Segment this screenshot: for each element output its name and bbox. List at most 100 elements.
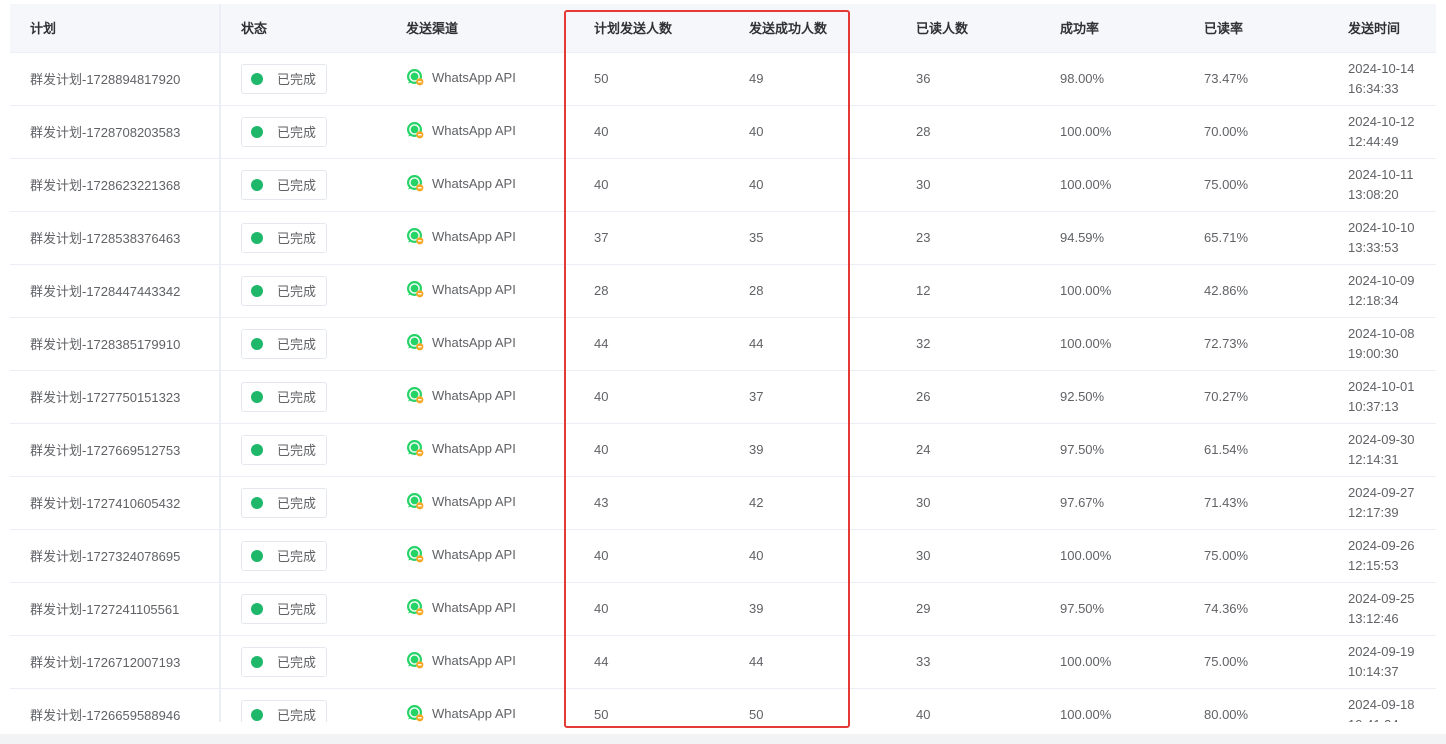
- send-date: 2024-09-26: [1348, 537, 1415, 553]
- send-time: 2024-10-14 16:34:33: [1348, 59, 1446, 99]
- channel-info: WhatsApp API: [406, 545, 516, 563]
- cell-read-rate: 70.27%: [1184, 370, 1328, 424]
- channel-label: WhatsApp API: [432, 493, 516, 509]
- whatsapp-icon: [407, 228, 424, 245]
- channel-label: WhatsApp API: [432, 705, 516, 721]
- cell-plan[interactable]: 群发计划-1728894817920: [10, 52, 221, 106]
- cell-plan[interactable]: 群发计划-1728708203583: [10, 105, 221, 159]
- cell-success-rate: 100.00%: [1040, 317, 1184, 371]
- send-time: 2024-10-12 12:44:49: [1348, 112, 1446, 152]
- table-row[interactable]: 群发计划-1728385179910 已完成 WhatsApp API 44 4…: [10, 317, 1446, 371]
- column-header-read[interactable]: 已读人数: [896, 4, 1040, 53]
- table-row[interactable]: 群发计划-1726712007193 已完成 WhatsApp API 44 4…: [10, 635, 1446, 689]
- table-row[interactable]: 群发计划-1727324078695 已完成 WhatsApp API 40 4…: [10, 529, 1446, 583]
- cell-channel: WhatsApp API: [386, 52, 574, 106]
- plan-name[interactable]: 群发计划-1728538376463: [30, 231, 180, 246]
- table-row[interactable]: 群发计划-1727241105561 已完成 WhatsApp API 40 3…: [10, 582, 1446, 636]
- cell-plan[interactable]: 群发计划-1728447443342: [10, 264, 221, 318]
- whatsapp-icon: [407, 122, 424, 139]
- status-dot-icon: [251, 337, 263, 350]
- cell-read-rate: 75.00%: [1184, 529, 1328, 583]
- plan-name[interactable]: 群发计划-1727410605432: [30, 496, 180, 511]
- send-clock: 13:12:46: [1348, 610, 1399, 626]
- channel-info: WhatsApp API: [406, 704, 516, 722]
- table-row[interactable]: 群发计划-1728894817920 已完成 WhatsApp API 50 4…: [10, 52, 1446, 106]
- status-label: 已完成: [277, 655, 317, 670]
- send-clock: 12:15:53: [1348, 557, 1399, 573]
- table-row[interactable]: 群发计划-1728708203583 已完成 WhatsApp API 40 4…: [10, 105, 1446, 159]
- cell-status: 已完成: [220, 476, 386, 530]
- plan-name[interactable]: 群发计划-1726712007193: [30, 655, 180, 670]
- column-header-success-rate[interactable]: 成功率: [1040, 4, 1184, 53]
- horizontal-scrollbar[interactable]: [0, 734, 1446, 744]
- table-body: 群发计划-1728894817920 已完成 WhatsApp API 50 4…: [10, 52, 1446, 722]
- cell-success: 35: [729, 211, 896, 265]
- status-badge: 已完成: [241, 434, 328, 465]
- plan-name[interactable]: 群发计划-1727324078695: [30, 549, 180, 564]
- cell-read-rate: 72.73%: [1184, 317, 1328, 371]
- cell-plan[interactable]: 群发计划-1728385179910: [10, 317, 221, 371]
- cell-read: 40: [896, 688, 1040, 722]
- plan-name[interactable]: 群发计划-1728894817920: [30, 72, 180, 87]
- cell-read: 28: [896, 105, 1040, 159]
- cell-send-time: 2024-10-08 19:00:30: [1328, 317, 1446, 371]
- table-row[interactable]: 群发计划-1728538376463 已完成 WhatsApp API 37 3…: [10, 211, 1446, 265]
- cell-plan[interactable]: 群发计划-1726712007193: [10, 635, 221, 689]
- table-row[interactable]: 群发计划-1727750151323 已完成 WhatsApp API 40 3…: [10, 370, 1446, 424]
- cell-planned: 44: [574, 635, 729, 689]
- table-row[interactable]: 群发计划-1728447443342 已完成 WhatsApp API 28 2…: [10, 264, 1446, 318]
- cell-plan[interactable]: 群发计划-1727241105561: [10, 582, 221, 636]
- table-row[interactable]: 群发计划-1727410605432 已完成 WhatsApp API 43 4…: [10, 476, 1446, 530]
- plan-name[interactable]: 群发计划-1728708203583: [30, 125, 180, 140]
- cell-success-rate: 98.00%: [1040, 52, 1184, 106]
- cell-plan[interactable]: 群发计划-1727410605432: [10, 476, 221, 530]
- send-clock: 19:41:34: [1348, 715, 1446, 723]
- plan-name[interactable]: 群发计划-1727241105561: [30, 602, 179, 617]
- cell-plan[interactable]: 群发计划-1727669512753: [10, 423, 221, 477]
- table-row[interactable]: 群发计划-1726659588946 已完成 WhatsApp API 50 5…: [10, 688, 1446, 722]
- column-header-read-rate[interactable]: 已读率: [1184, 4, 1328, 53]
- send-clock: 12:18:34: [1348, 292, 1399, 308]
- cell-plan[interactable]: 群发计划-1728538376463: [10, 211, 221, 265]
- table-row[interactable]: 群发计划-1727669512753 已完成 WhatsApp API 40 3…: [10, 423, 1446, 477]
- status-label: 已完成: [277, 337, 317, 352]
- plan-name[interactable]: 群发计划-1727669512753: [30, 443, 180, 458]
- send-date: 2024-09-30: [1348, 431, 1415, 447]
- plan-name[interactable]: 群发计划-1728447443342: [30, 284, 180, 299]
- cell-read: 32: [896, 317, 1040, 371]
- column-header-send-time[interactable]: 发送时间: [1328, 4, 1446, 53]
- cell-status: 已完成: [220, 529, 386, 583]
- channel-info: WhatsApp API: [406, 492, 516, 510]
- cell-plan[interactable]: 群发计划-1728623221368: [10, 158, 221, 212]
- cell-plan[interactable]: 群发计划-1727324078695: [10, 529, 221, 583]
- plan-name[interactable]: 群发计划-1728385179910: [30, 337, 180, 352]
- channel-label: WhatsApp API: [432, 228, 516, 244]
- channel-label: WhatsApp API: [432, 122, 516, 138]
- cell-plan[interactable]: 群发计划-1727750151323: [10, 370, 221, 424]
- cell-success-rate: 97.50%: [1040, 582, 1184, 636]
- send-clock: 13:08:20: [1348, 186, 1399, 202]
- cell-planned: 40: [574, 582, 729, 636]
- column-header-status[interactable]: 状态: [220, 4, 386, 53]
- cell-read-rate: 65.71%: [1184, 211, 1328, 265]
- send-time: 2024-10-11 13:08:20: [1348, 165, 1446, 205]
- plan-name[interactable]: 群发计划-1727750151323: [30, 390, 180, 405]
- channel-info: WhatsApp API: [406, 598, 516, 616]
- column-header-plan[interactable]: 计划: [10, 4, 221, 53]
- table-row[interactable]: 群发计划-1728623221368 已完成 WhatsApp API 40 4…: [10, 158, 1446, 212]
- plan-name[interactable]: 群发计划-1726659588946: [30, 708, 180, 722]
- column-header-planned[interactable]: 计划发送人数: [574, 4, 729, 53]
- status-label: 已完成: [277, 602, 317, 617]
- cell-plan[interactable]: 群发计划-1726659588946: [10, 688, 221, 722]
- status-badge: 已完成: [241, 381, 328, 412]
- cell-read: 36: [896, 52, 1040, 106]
- cell-channel: WhatsApp API: [386, 370, 574, 424]
- column-header-channel[interactable]: 发送渠道: [386, 4, 574, 53]
- cell-channel: WhatsApp API: [386, 582, 574, 636]
- column-header-success[interactable]: 发送成功人数: [729, 4, 896, 53]
- broadcast-plan-table: 计划 状态 发送渠道 计划发送人数 发送成功人数 已读人数 成功率 已读率 发送…: [10, 4, 1446, 722]
- cell-read: 30: [896, 158, 1040, 212]
- plan-name[interactable]: 群发计划-1728623221368: [30, 178, 180, 193]
- channel-label: WhatsApp API: [432, 546, 516, 562]
- status-label: 已完成: [277, 284, 317, 299]
